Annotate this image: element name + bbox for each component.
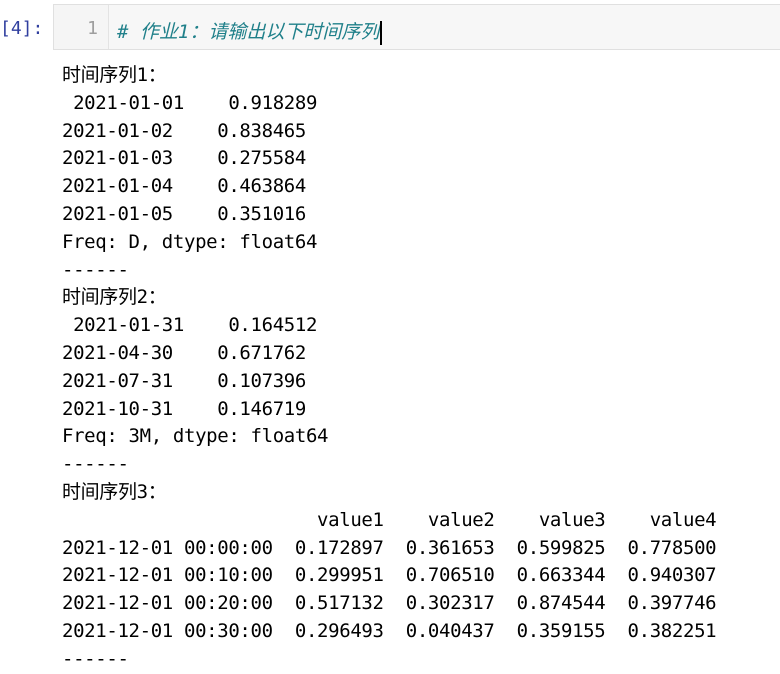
line-number-gutter: 1	[54, 5, 109, 49]
cell-prompt: [4]:	[0, 18, 44, 39]
output-line: 2021-12-01 00:30:00 0.296493 0.040437 0.…	[62, 619, 717, 642]
code-cell-input[interactable]: 1 # 作业1：请输出以下时间序列	[53, 4, 780, 50]
text-cursor	[380, 20, 383, 45]
output-line: 2021-01-01 0.918289	[62, 91, 318, 114]
output-line: 时间序列1：	[62, 64, 167, 86]
output-line: value1 value2 value3 value4	[62, 508, 717, 531]
output-line: 2021-12-01 00:20:00 0.517132 0.302317 0.…	[62, 592, 717, 615]
cell-output: 时间序列1： 2021-01-01 0.918289 2021-01-02 0.8…	[62, 62, 772, 674]
output-line: 2021-04-30 0.671762	[62, 341, 306, 364]
output-line: 2021-01-03 0.275584	[62, 147, 306, 170]
output-line: Freq: 3M, dtype: float64	[62, 425, 329, 448]
output-line: ------	[62, 258, 129, 281]
code-comment[interactable]: # 作业1：请输出以下时间序列	[117, 17, 383, 45]
output-line: 2021-01-04 0.463864	[62, 175, 306, 198]
output-line: Freq: D, dtype: float64	[62, 230, 318, 253]
output-line: ------	[62, 647, 129, 670]
output-line: ------	[62, 453, 129, 476]
output-line: 时间序列2：	[62, 286, 167, 309]
output-line: 2021-12-01 00:10:00 0.299951 0.706510 0.…	[62, 564, 717, 587]
line-number: 1	[87, 18, 98, 39]
code-comment-text: # 作业1：请输出以下时间序列	[117, 21, 380, 43]
output-line: 2021-01-02 0.838465	[62, 119, 306, 142]
output-line: 2021-01-31 0.164512	[62, 314, 318, 337]
output-line: 时间序列3：	[62, 480, 167, 503]
output-line: 2021-01-05 0.351016	[62, 202, 306, 225]
output-line: 2021-10-31 0.146719	[62, 397, 306, 420]
output-line: 2021-07-31 0.107396	[62, 369, 306, 392]
output-line: 2021-12-01 00:00:00 0.172897 0.361653 0.…	[62, 536, 717, 559]
